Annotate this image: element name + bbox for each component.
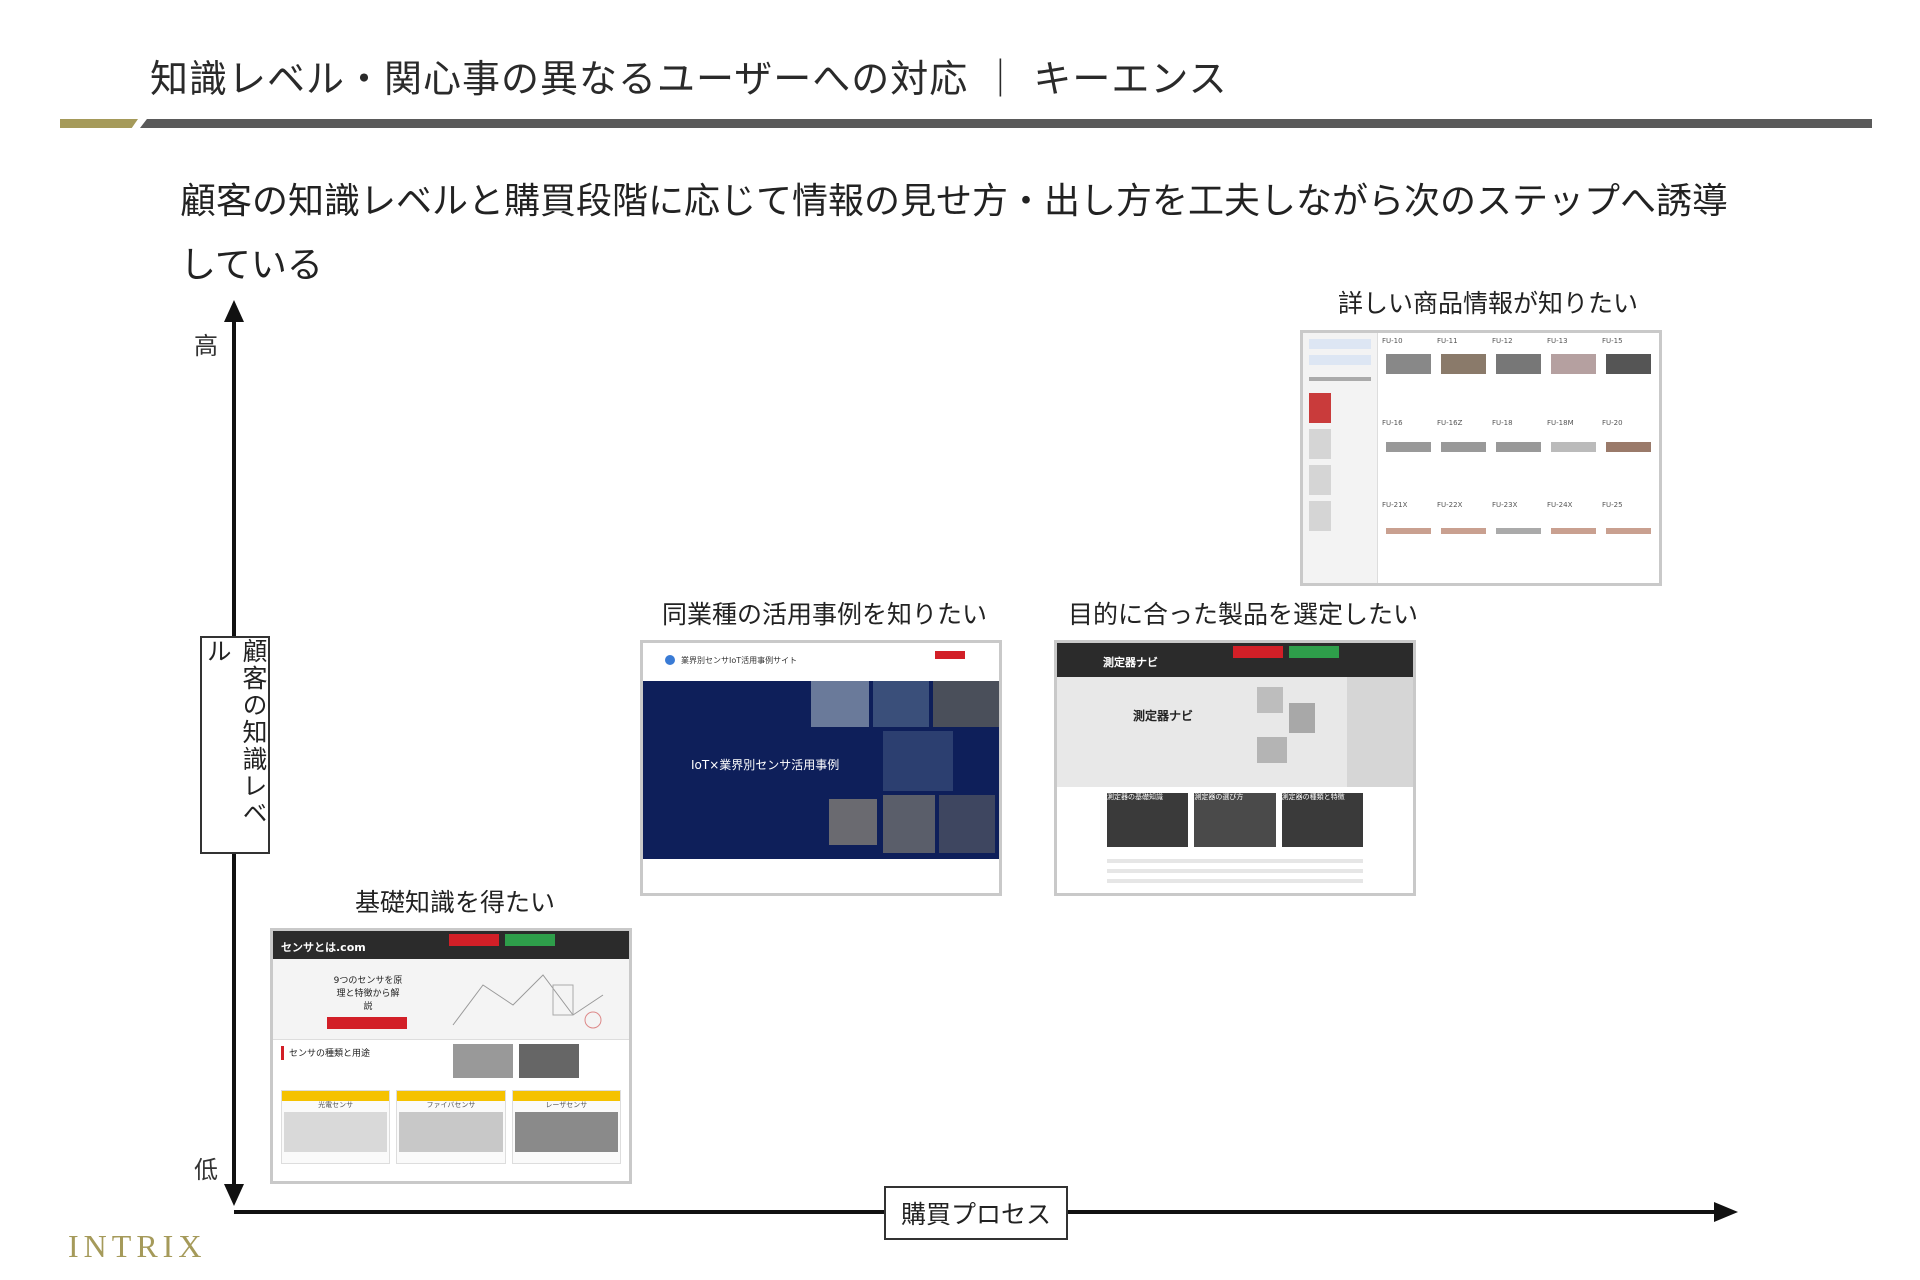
card-label: ファイバセンサ bbox=[426, 1101, 476, 1109]
product-code: FU-24X bbox=[1547, 501, 1573, 509]
product-code: FU-12 bbox=[1492, 337, 1513, 345]
product-code: FU-18M bbox=[1547, 419, 1574, 427]
y-axis-high-label: 高 bbox=[194, 332, 218, 360]
product-code: FU-13 bbox=[1547, 337, 1568, 345]
stage-caption-cases: 同業種の活用事例を知りたい bbox=[662, 600, 988, 629]
company-logo: INTRIX bbox=[68, 1228, 207, 1264]
site-name: センサとは.com bbox=[281, 941, 366, 954]
tile-label: 測定器の選び方 bbox=[1194, 793, 1244, 801]
stage-caption-basic: 基礎知識を得たい bbox=[355, 888, 556, 917]
screenshot-selection-site: 測定器ナビ 測定器ナビ 測定器の基礎知識 測定器の選び方 測定器の種類と特徴 bbox=[1054, 640, 1416, 896]
site-name: 業界別センサIoT活用事例サイト bbox=[681, 656, 798, 665]
x-axis-title: 購買プロセス bbox=[884, 1186, 1068, 1240]
product-code: FU-16 bbox=[1382, 419, 1403, 427]
product-code: FU-23X bbox=[1492, 501, 1518, 509]
section-title: センサの種類と用途 bbox=[289, 1049, 371, 1059]
screenshot-product-catalog: FU-10 FU-11 FU-12 FU-13 FU-15 FU-16 FU-1… bbox=[1300, 330, 1662, 586]
product-code: FU-21X bbox=[1382, 501, 1408, 509]
product-code: FU-11 bbox=[1437, 337, 1458, 345]
stage-caption-product-info: 詳しい商品情報が知りたい bbox=[1338, 289, 1639, 318]
stage-caption-selection: 目的に合った製品を選定したい bbox=[1068, 600, 1419, 629]
screenshot-basic-knowledge-site: センサとは.com 9つのセンサを原理と特徴から解説 センサの種類と用途 光電セ… bbox=[270, 928, 632, 1184]
site-name: 測定器ナビ bbox=[1103, 656, 1158, 669]
product-code: FU-18 bbox=[1492, 419, 1513, 427]
product-code: FU-20 bbox=[1602, 419, 1623, 427]
product-code: FU-10 bbox=[1382, 337, 1403, 345]
hero-text: 9つのセンサを原理と特徴から解説 bbox=[333, 976, 403, 1012]
product-code: FU-25 bbox=[1602, 501, 1623, 509]
card-label: レーザセンサ bbox=[545, 1101, 588, 1109]
hero-text: IoT×業界別センサ活用事例 bbox=[691, 758, 840, 772]
y-axis-low-label: 低 bbox=[194, 1156, 218, 1184]
tile-label: 測定器の種類と特徴 bbox=[1281, 793, 1345, 801]
product-code: FU-22X bbox=[1437, 501, 1463, 509]
product-code: FU-16Z bbox=[1437, 419, 1463, 427]
y-axis-title: 顧客の知識レベル bbox=[200, 636, 270, 854]
card-label: 光電センサ bbox=[318, 1101, 354, 1109]
screenshot-case-studies-site: 業界別センサIoT活用事例サイト IoT×業界別センサ活用事例 bbox=[640, 640, 1002, 896]
product-code: FU-15 bbox=[1602, 337, 1623, 345]
tile-label: 測定器の基礎知識 bbox=[1107, 793, 1163, 801]
hero-text: 測定器ナビ bbox=[1133, 709, 1194, 723]
